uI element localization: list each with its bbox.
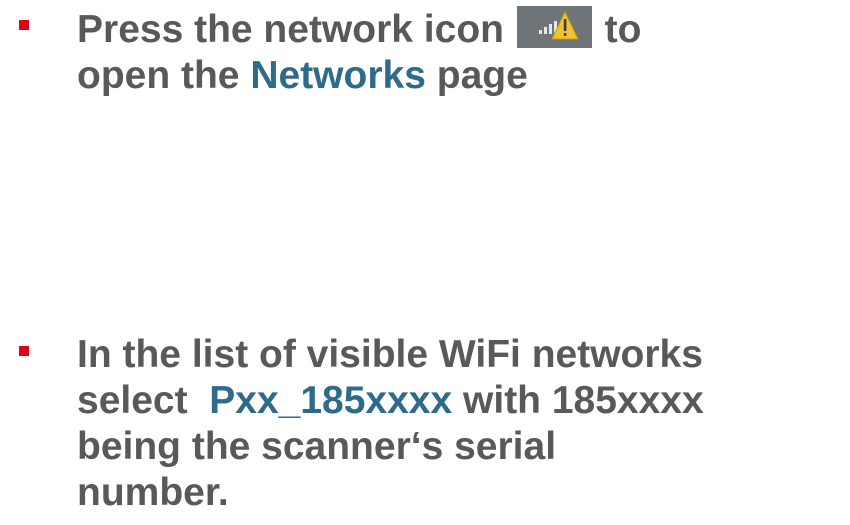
- network-warning-icon: [516, 6, 592, 48]
- networks-page-reference: Networks: [250, 54, 426, 97]
- instruction-text: with 185xxxx: [452, 379, 704, 422]
- instruction-line: Press the network icon to: [77, 6, 641, 53]
- instruction-text: page: [425, 54, 528, 97]
- instruction-text: select: [77, 379, 210, 422]
- instruction-line: open the Networks page: [77, 53, 641, 99]
- instruction-text: to: [593, 8, 642, 51]
- bullet-marker: [19, 346, 29, 356]
- instruction-line: select Pxx_185xxxx with 185xxxx: [77, 378, 704, 424]
- instruction-line: number.: [77, 471, 229, 514]
- bullet-marker: [19, 20, 29, 30]
- instruction-text: open the: [77, 54, 251, 97]
- instruction-text: Press the network icon: [77, 8, 515, 51]
- network-name-reference: Pxx_185xxxx: [209, 379, 453, 422]
- instruction-line: In the list of visible WiFi networks: [77, 333, 703, 376]
- instruction-text-2: In the list of visible WiFi networks sel…: [77, 332, 704, 516]
- instruction-text-1: Press the network icon to open the Netwo…: [77, 6, 641, 99]
- instruction-line: being the scanner‘s serial: [77, 425, 557, 468]
